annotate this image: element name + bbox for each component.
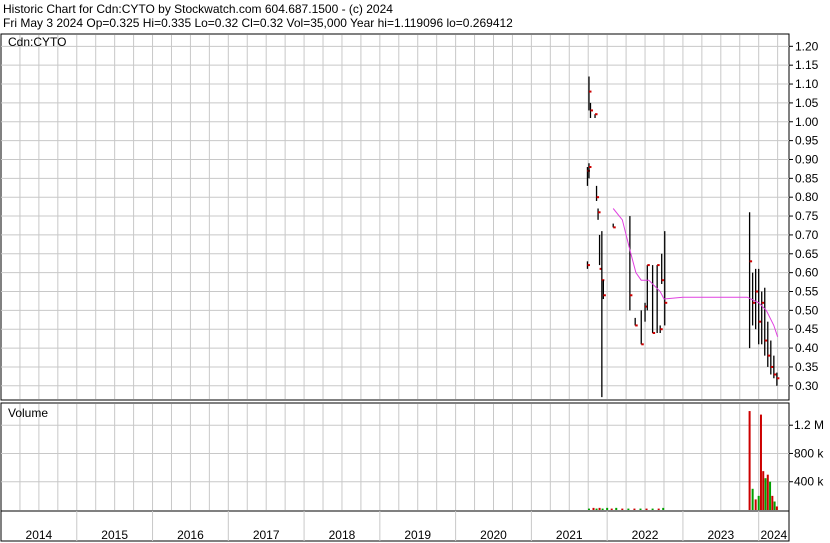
- price-y-tick-label: 0.40: [795, 341, 819, 355]
- x-axis-year-label: 2014: [26, 528, 53, 542]
- volume-bar: [771, 495, 774, 510]
- price-y-tick-label: 0.90: [795, 152, 819, 166]
- x-axis-year-label: 2024: [760, 528, 787, 542]
- volume-bar: [662, 507, 665, 510]
- header-line-2: Fri May 3 2024 Op=0.325 Hi=0.335 Lo=0.32…: [3, 16, 513, 30]
- price-y-axis: 0.30 0.35 0.40 0.45 0.50 0.55 0.60 0.65 0.70 0.75…: [789, 39, 819, 393]
- x-axis-year-label: 2022: [632, 528, 659, 542]
- volume-panel-title: Volume: [8, 406, 48, 420]
- x-axis-year-label: 2015: [101, 528, 128, 542]
- volume-y-tick-label: 400 k: [794, 475, 824, 489]
- volume-bar: [757, 495, 760, 510]
- header-line-1: Historic Chart for Cdn:CYTO by Stockwatc…: [3, 2, 393, 16]
- volume-bar: [769, 481, 772, 510]
- price-y-tick-label: 0.70: [795, 228, 819, 242]
- volume-y-tick-label: 1.2 M: [794, 418, 824, 432]
- price-y-tick-label: 0.75: [795, 209, 819, 223]
- price-y-tick-label: 0.60: [795, 266, 819, 280]
- volume-bar: [651, 508, 654, 510]
- x-axis: 2014 2015 2016 2017 2018 2019 2020 2021 2022 2023…: [26, 511, 788, 542]
- price-y-tick-label: 0.95: [795, 134, 819, 148]
- volume-bar: [766, 474, 769, 510]
- volume-bar: [621, 508, 624, 510]
- volume-bar: [610, 508, 613, 510]
- x-axis-year-label: 2021: [556, 528, 583, 542]
- price-grid: [1, 35, 789, 399]
- volume-grid: [1, 404, 789, 510]
- volume-bar: [598, 507, 601, 510]
- volume-bar: [754, 499, 757, 510]
- price-y-tick-label: 0.80: [795, 190, 819, 204]
- x-axis-year-label: 2018: [329, 528, 356, 542]
- price-panel-title: Cdn:CYTO: [8, 35, 66, 49]
- volume-bar: [633, 508, 636, 510]
- volume-panel-frame: [0, 402, 790, 512]
- x-axis-year-label: 2016: [177, 528, 204, 542]
- x-axis-year-label: 2020: [480, 528, 507, 542]
- volume-bar: [595, 508, 598, 510]
- price-y-tick-label: 0.30: [795, 379, 819, 393]
- volume-bar: [592, 507, 595, 510]
- volume-bar: [645, 508, 648, 510]
- price-panel-frame: [0, 33, 790, 401]
- volume-y-tick-label: 800 k: [794, 446, 824, 460]
- volume-bar: [751, 488, 754, 510]
- volume-bar: [606, 507, 609, 510]
- volume-bar: [759, 414, 762, 510]
- volume-bar: [762, 471, 765, 510]
- price-y-tick-label: 0.55: [795, 284, 819, 298]
- price-y-tick-label: 0.50: [795, 303, 819, 317]
- volume-bar: [764, 478, 767, 510]
- volume-bar: [639, 508, 642, 510]
- volume-bar: [657, 508, 660, 510]
- price-y-tick-label: 1.00: [795, 115, 819, 129]
- volume-bar: [775, 506, 778, 510]
- x-axis-year-label: 2019: [404, 528, 431, 542]
- volume-y-axis: 400 k 800 k 1.2 M: [789, 418, 824, 489]
- price-y-tick-label: 1.10: [795, 77, 819, 91]
- price-y-tick-label: 0.85: [795, 171, 819, 185]
- price-y-tick-label: 0.45: [795, 322, 819, 336]
- price-y-tick-label: 1.15: [795, 58, 819, 72]
- volume-bar: [748, 411, 751, 510]
- x-axis-year-label: 2023: [707, 528, 734, 542]
- stock-chart: Historic Chart for Cdn:CYTO by Stockwatc…: [0, 2, 824, 542]
- volume-bar: [587, 508, 590, 510]
- price-y-tick-label: 0.35: [795, 360, 819, 374]
- x-axis-year-label: 2017: [253, 528, 280, 542]
- price-y-tick-label: 1.20: [795, 39, 819, 53]
- volume-bar: [601, 508, 604, 510]
- price-y-tick-label: 0.65: [795, 247, 819, 261]
- volume-bar: [773, 501, 776, 510]
- volume-bar: [627, 508, 630, 510]
- price-y-tick-label: 1.05: [795, 96, 819, 110]
- volume-bar: [615, 507, 618, 510]
